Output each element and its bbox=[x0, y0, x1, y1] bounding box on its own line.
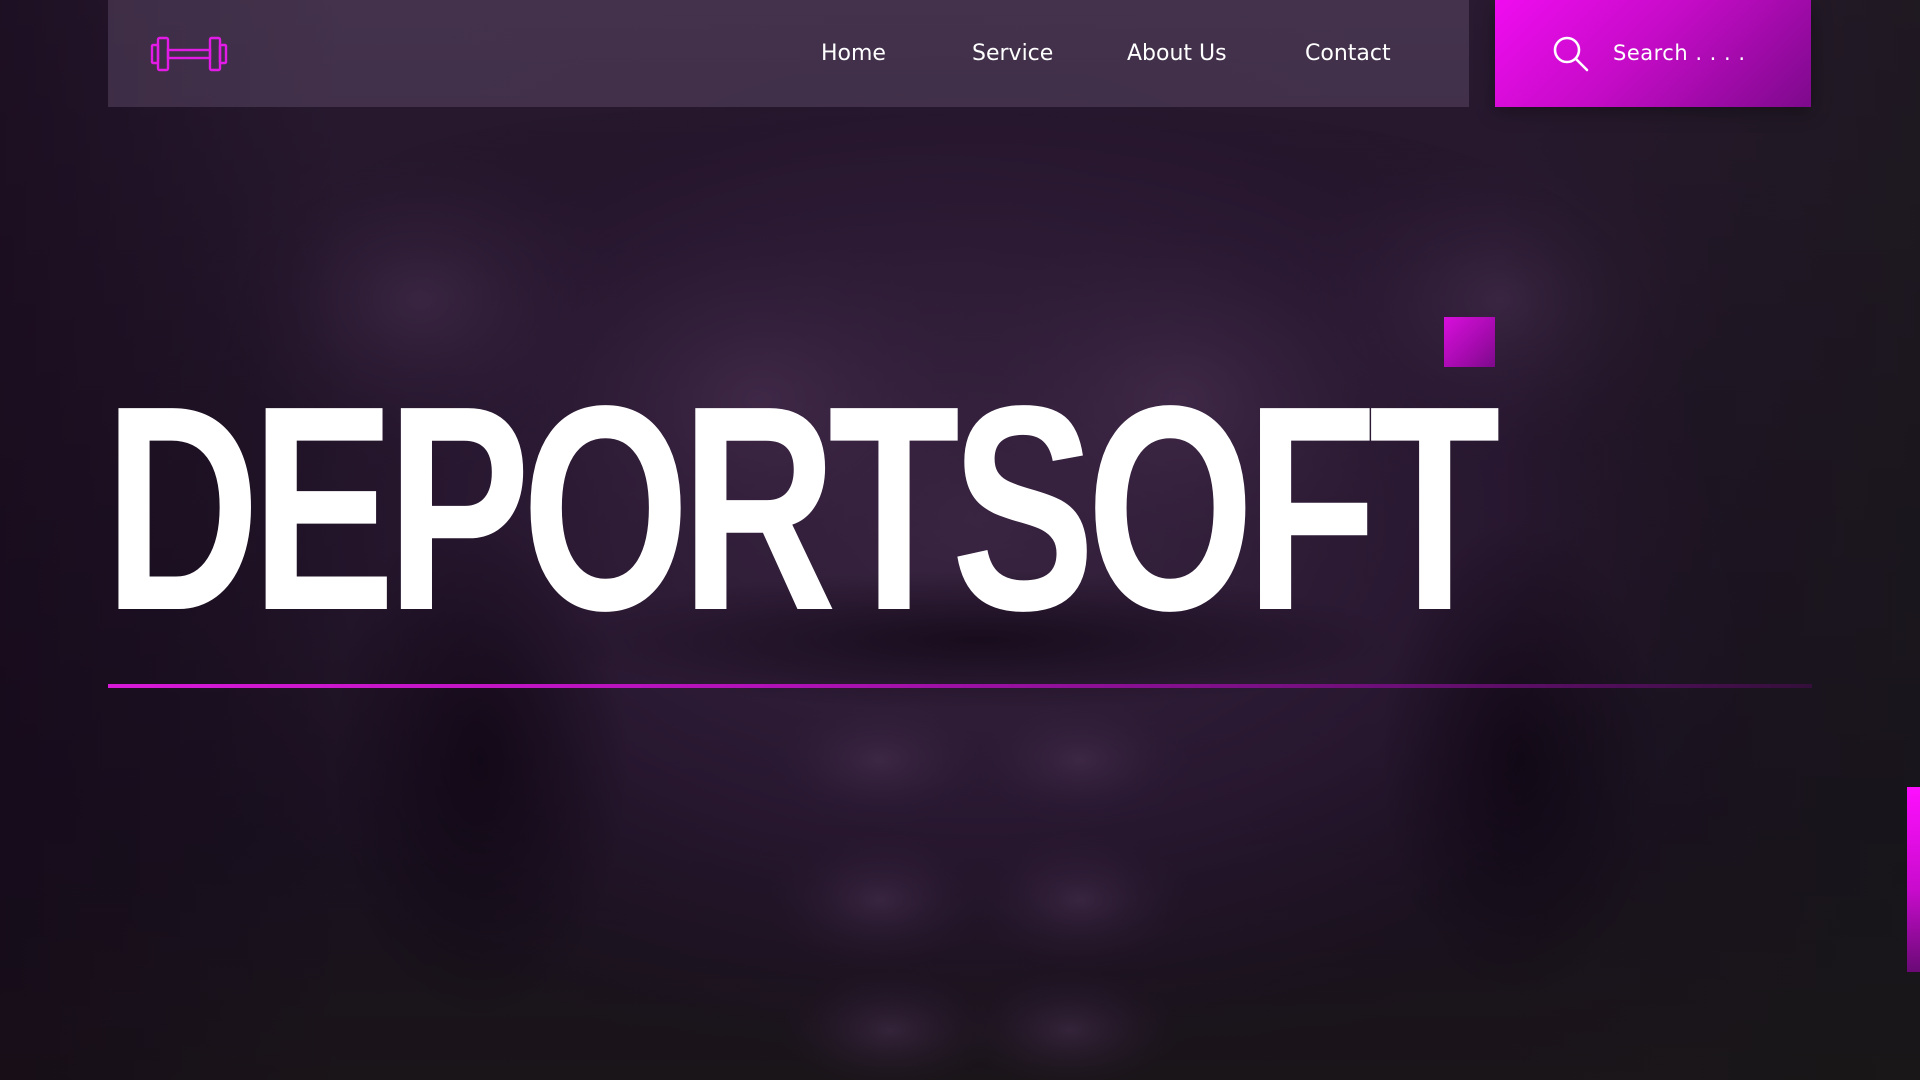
side-scroll-marker[interactable] bbox=[1907, 787, 1920, 972]
nav-link-home[interactable]: Home bbox=[821, 0, 886, 107]
title-underline-divider bbox=[108, 684, 1812, 688]
search-box[interactable]: Search . . . . bbox=[1495, 0, 1811, 107]
nav-link-contact[interactable]: Contact bbox=[1305, 0, 1391, 107]
top-navbar: Home Service About Us Contact bbox=[108, 0, 1469, 107]
nav-link-service[interactable]: Service bbox=[972, 0, 1053, 107]
hero-title: DEPORTSOFT bbox=[104, 345, 1501, 671]
hero-section: Home Service About Us Contact Search . .… bbox=[0, 0, 1920, 1080]
nav-links: Home Service About Us Contact bbox=[108, 0, 1469, 107]
search-input[interactable]: Search . . . . bbox=[1613, 0, 1746, 107]
search-icon[interactable] bbox=[1552, 35, 1590, 73]
nav-link-about-us[interactable]: About Us bbox=[1127, 0, 1227, 107]
